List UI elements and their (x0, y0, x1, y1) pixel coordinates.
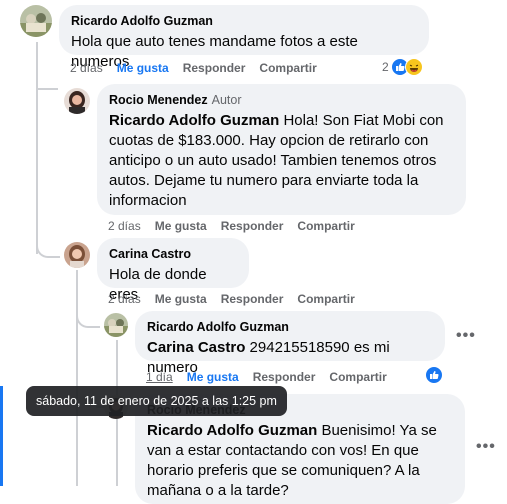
comment-actions: 2 días Me gusta Responder Compartir (108, 219, 355, 233)
comment-author[interactable]: Carina Castro (109, 246, 237, 262)
like-button[interactable]: Me gusta (155, 292, 207, 306)
avatar[interactable] (104, 313, 128, 337)
reaction-summary[interactable] (425, 366, 443, 384)
reaction-count: 2 (382, 60, 389, 74)
avatar-photo-icon (104, 313, 128, 337)
comment-text: Ricardo Adolfo Guzman Hola! Son Fiat Mob… (109, 111, 454, 211)
thread-curve-nested1 (76, 310, 100, 328)
reply-button[interactable]: Responder (183, 61, 246, 75)
share-button[interactable]: Compartir (329, 370, 386, 384)
comment-bubble: Ricardo Adolfo Guzman Carina Castro 2942… (135, 311, 445, 376)
share-button[interactable]: Compartir (297, 292, 354, 306)
reply-button[interactable]: Responder (221, 292, 284, 306)
comment-bubble: Ricardo Adolfo Guzman Hola que auto tene… (59, 5, 429, 70)
reply-button[interactable]: Responder (221, 219, 284, 233)
thread-line-root (36, 42, 38, 254)
reply-button[interactable]: Responder (253, 370, 316, 384)
comment-bubble: Rocio Menendez Autor Ricardo Adolfo Guzma… (97, 84, 466, 215)
avatar-photo-icon (20, 5, 52, 37)
comment-actions: 2 días Me gusta Responder Compartir (70, 61, 317, 75)
comment-timestamp[interactable]: 1 día (146, 370, 173, 384)
comment-author[interactable]: Ricardo Adolfo Guzman (71, 13, 417, 29)
more-options-icon[interactable]: ••• (456, 327, 476, 345)
comment-actions: 2 días Me gusta Responder Compartir (108, 292, 355, 306)
mention-link[interactable]: Ricardo Adolfo Guzman (147, 422, 317, 439)
thread-curve-reply2 (36, 240, 60, 258)
comment-actions: 1 día Me gusta Responder Compartir (146, 370, 387, 384)
comment-timestamp[interactable]: 2 días (70, 61, 103, 75)
avatar[interactable] (64, 88, 90, 114)
like-button[interactable]: Me gusta (155, 219, 207, 233)
more-options-icon[interactable]: ••• (476, 438, 496, 456)
mention-link[interactable]: Carina Castro (147, 339, 245, 356)
avatar-photo-icon (64, 88, 90, 114)
thread-line-nested (76, 270, 78, 486)
comment-text: Ricardo Adolfo Guzman Buenisimo! Ya se v… (147, 421, 453, 501)
avatar-photo-icon (64, 242, 90, 268)
avatar[interactable] (20, 5, 52, 37)
reaction-summary[interactable]: 2 (382, 58, 423, 76)
comment-timestamp[interactable]: 2 días (108, 219, 141, 233)
comment-author[interactable]: Ricardo Adolfo Guzman (147, 319, 433, 335)
like-button[interactable]: Me gusta (187, 370, 239, 384)
share-button[interactable]: Compartir (259, 61, 316, 75)
thread-connector-reply1 (36, 88, 58, 90)
comment-bubble: Carina Castro Hola de donde eres (97, 238, 249, 303)
timestamp-tooltip: sábado, 11 de enero de 2025 a las 1:25 p… (26, 386, 287, 416)
comment-author[interactable]: Rocio Menendez (109, 93, 208, 107)
mention-link[interactable]: Ricardo Adolfo Guzman (109, 112, 279, 129)
comment-timestamp[interactable]: 2 días (108, 292, 141, 306)
like-button[interactable]: Me gusta (117, 61, 169, 75)
haha-icon (404, 58, 423, 76)
author-badge: Autor (211, 93, 242, 107)
share-button[interactable]: Compartir (297, 219, 354, 233)
like-icon (425, 366, 443, 384)
focus-indicator (0, 386, 3, 486)
avatar[interactable] (64, 242, 90, 268)
